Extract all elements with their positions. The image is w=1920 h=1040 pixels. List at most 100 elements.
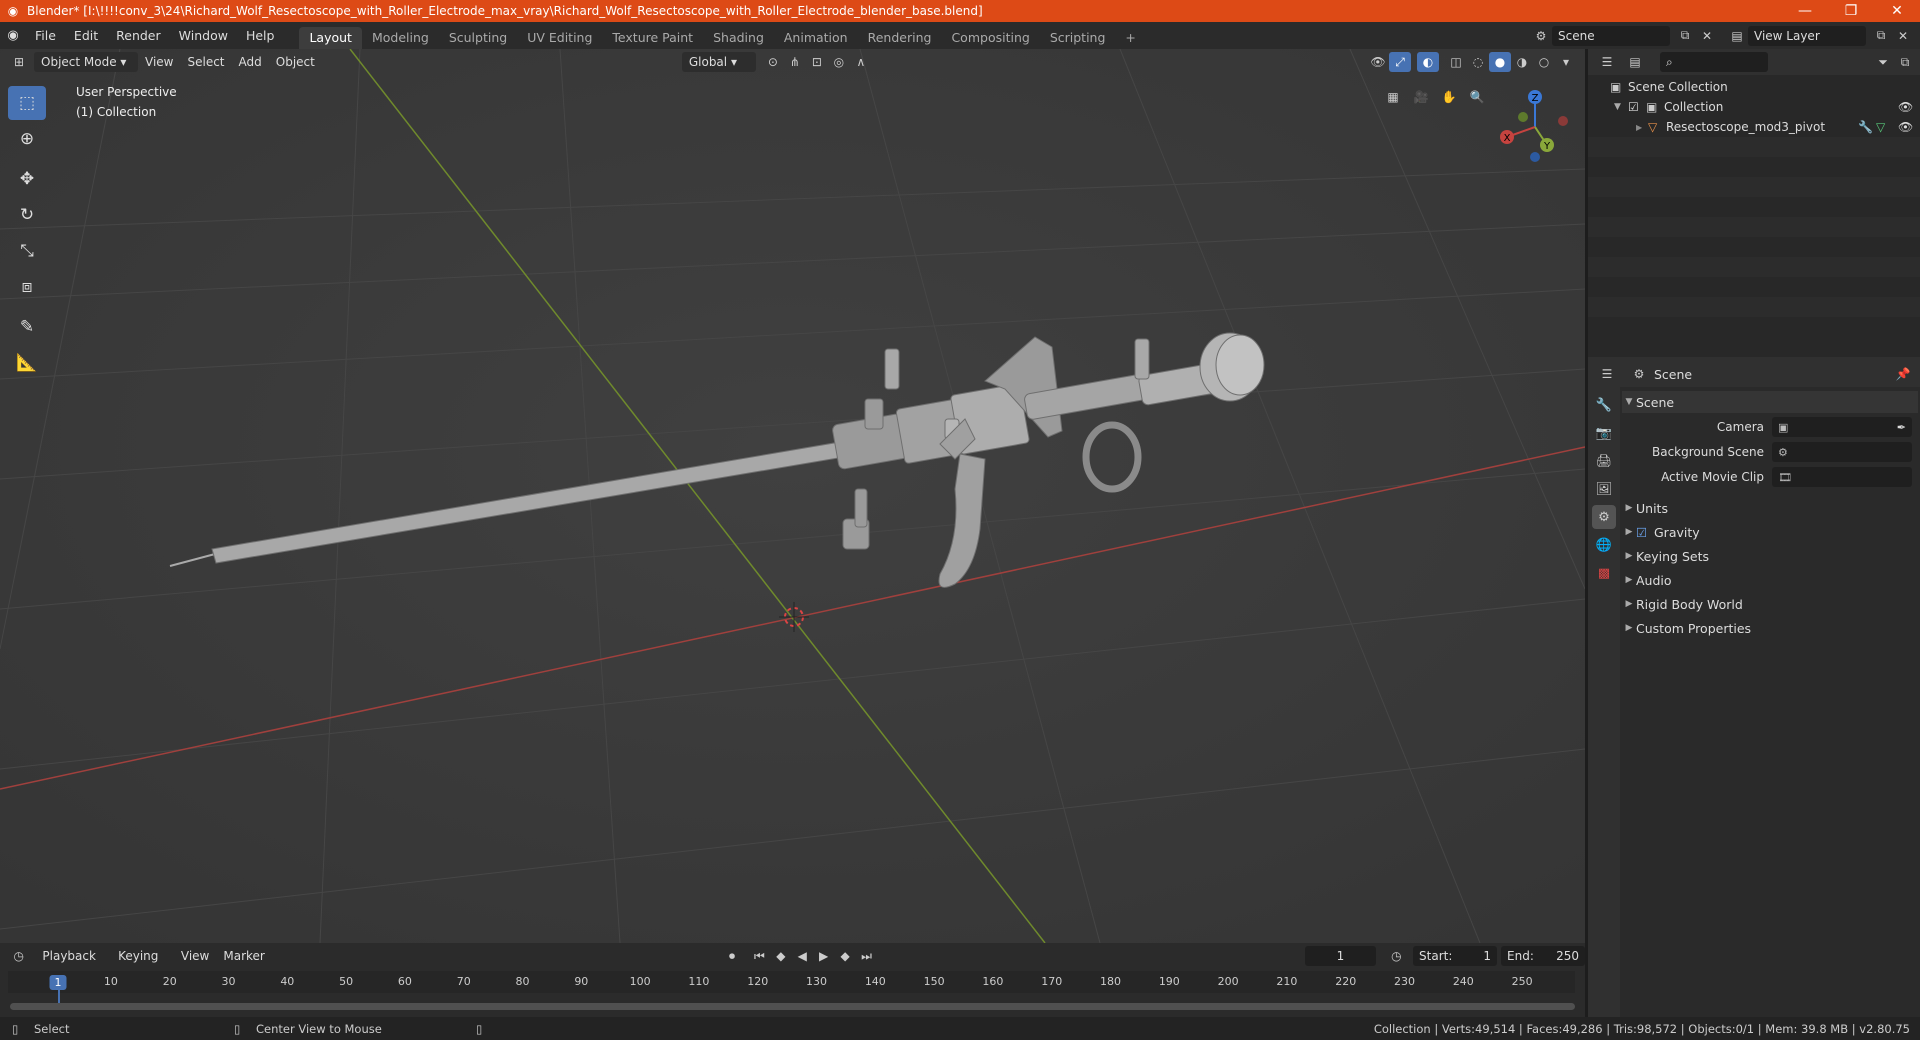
scale-tool-icon[interactable]: ⤡: [8, 234, 46, 268]
new-scene-icon[interactable]: ⧉: [1674, 26, 1696, 46]
eyedropper-icon[interactable]: ✒: [1897, 421, 1912, 434]
view-layer-selector[interactable]: View Layer: [1748, 25, 1866, 46]
gizmo-neg-x-icon[interactable]: [1558, 116, 1568, 126]
expand-chevron-icon[interactable]: ▼: [1614, 102, 1628, 112]
solid-shading-icon[interactable]: ●: [1489, 52, 1511, 72]
menu-add[interactable]: Add: [232, 52, 269, 72]
proportional-edit-icon[interactable]: ◎: [828, 52, 850, 72]
jump-end-icon[interactable]: ⏭: [856, 946, 877, 966]
delete-view-layer-icon[interactable]: ✕: [1892, 26, 1914, 46]
marker-menu[interactable]: Marker: [216, 946, 271, 966]
audio-panel-header[interactable]: ▶ Audio: [1622, 569, 1918, 591]
orientation-gizmo[interactable]: Z X Y: [1495, 87, 1575, 167]
view-layer-props-tab-icon[interactable]: 🖼: [1592, 477, 1616, 501]
world-props-tab-icon[interactable]: 🌐: [1592, 533, 1616, 557]
wireframe-shading-icon[interactable]: ◌: [1467, 52, 1489, 72]
rotate-tool-icon[interactable]: ↻: [8, 198, 46, 232]
menu-render[interactable]: Render: [107, 22, 170, 49]
zoom-view-icon[interactable]: 🔍: [1466, 87, 1488, 107]
properties-editor-icon[interactable]: ☰: [1596, 364, 1618, 384]
jump-start-icon[interactable]: ⏮: [749, 946, 770, 966]
play-reverse-icon[interactable]: ◀: [792, 946, 813, 966]
cursor-tool-icon[interactable]: ⊕: [8, 122, 46, 156]
delete-scene-icon[interactable]: ✕: [1696, 26, 1718, 46]
timeline-scrollbar[interactable]: [10, 1003, 1575, 1010]
current-frame-field[interactable]: 1: [1305, 946, 1376, 966]
rigid-body-world-panel-header[interactable]: ▶ Rigid Body World: [1622, 593, 1918, 615]
tab-modeling[interactable]: Modeling: [362, 27, 439, 49]
tab-texture-paint[interactable]: Texture Paint: [602, 27, 703, 49]
add-workspace-button[interactable]: +: [1115, 27, 1145, 49]
next-keyframe-icon[interactable]: ◆: [834, 946, 855, 966]
tab-scripting[interactable]: Scripting: [1040, 27, 1116, 49]
outliner-editor-icon[interactable]: ☰: [1596, 52, 1618, 72]
visibility-icon[interactable]: 👁: [1367, 52, 1389, 72]
expand-chevron-icon[interactable]: ▶: [1636, 123, 1648, 132]
tab-compositing[interactable]: Compositing: [941, 27, 1039, 49]
new-collection-icon[interactable]: ⧉: [1894, 52, 1916, 72]
record-icon[interactable]: ⏺: [721, 946, 742, 966]
camera-field[interactable]: ▣ ✒: [1772, 417, 1912, 437]
pan-view-icon[interactable]: ✋: [1438, 87, 1460, 107]
preview-range-icon[interactable]: ◷: [1386, 946, 1407, 966]
tab-layout[interactable]: Layout: [299, 26, 362, 49]
outliner-row-collection[interactable]: ▼ ☑ ▣ Collection 👁: [1588, 97, 1920, 117]
custom-properties-panel-header[interactable]: ▶ Custom Properties: [1622, 617, 1918, 639]
visibility-eye-icon[interactable]: 👁: [1898, 120, 1920, 134]
outliner-row-scene-collection[interactable]: ▣ Scene Collection: [1588, 77, 1920, 97]
3d-viewport[interactable]: ⊞ Object Mode ▾ View Select Add Object G…: [0, 49, 1585, 943]
prev-keyframe-icon[interactable]: ◆: [770, 946, 791, 966]
gravity-panel-header[interactable]: ▶ ☑ Gravity: [1622, 521, 1918, 543]
xray-icon[interactable]: ◫: [1445, 52, 1467, 72]
menu-object[interactable]: Object: [269, 52, 322, 72]
scene-panel-header[interactable]: ▼ Scene: [1622, 391, 1918, 413]
timeline-editor-icon[interactable]: ◷: [8, 946, 29, 966]
toggle-perspective-icon[interactable]: ▦: [1382, 87, 1404, 107]
scene-selector[interactable]: Scene: [1552, 25, 1670, 46]
checkbox-icon[interactable]: ☑: [1628, 100, 1646, 114]
orientation-selector[interactable]: Global ▾: [681, 52, 756, 72]
gizmo-neg-y-icon[interactable]: [1518, 112, 1528, 122]
maximize-button[interactable]: ❐: [1828, 3, 1874, 19]
tab-shading[interactable]: Shading: [703, 27, 774, 49]
gravity-checkbox[interactable]: ☑: [1636, 525, 1654, 540]
filter-icon[interactable]: ⏷: [1872, 52, 1894, 72]
visibility-eye-icon[interactable]: 👁: [1898, 100, 1920, 114]
outliner-search-input[interactable]: ⌕: [1660, 52, 1768, 72]
menu-edit[interactable]: Edit: [65, 22, 107, 49]
close-button[interactable]: ✕: [1874, 3, 1920, 19]
rendered-shading-icon[interactable]: ○: [1533, 52, 1555, 72]
measure-tool-icon[interactable]: 📐: [8, 346, 46, 380]
snap-icon[interactable]: ⋔: [784, 52, 806, 72]
timeline-view-menu[interactable]: View: [174, 946, 216, 966]
menu-help[interactable]: Help: [237, 22, 284, 49]
playback-menu[interactable]: Playback ▾: [35, 946, 111, 983]
play-icon[interactable]: ▶: [813, 946, 834, 966]
snap-target-icon[interactable]: ⊡: [806, 52, 828, 72]
move-tool-icon[interactable]: ✥: [8, 162, 46, 196]
active-movie-clip-field[interactable]: 🎞: [1772, 467, 1912, 487]
gizmo-neg-z-icon[interactable]: [1530, 152, 1540, 162]
menu-view[interactable]: View: [138, 52, 180, 72]
tab-animation[interactable]: Animation: [774, 27, 858, 49]
modifier-wrench-icon[interactable]: 🔧: [1858, 120, 1876, 134]
render-props-tab-icon[interactable]: 📷: [1592, 421, 1616, 445]
blender-menu-icon[interactable]: ◉: [0, 28, 26, 43]
scene-icon[interactable]: ⚙: [1530, 26, 1552, 46]
gizmo-toggle-icon[interactable]: ⤢: [1389, 52, 1411, 72]
output-props-tab-icon[interactable]: 🖨: [1592, 449, 1616, 473]
transform-tool-icon[interactable]: ⧈: [8, 270, 46, 304]
outliner-row-object[interactable]: ▶ ▽ Resectoscope_mod3_pivot 🔧 ▽ 👁: [1588, 117, 1920, 137]
menu-select[interactable]: Select: [180, 52, 231, 72]
editor-type-icon[interactable]: ⊞: [8, 52, 30, 72]
falloff-icon[interactable]: ∧: [850, 52, 872, 72]
camera-view-icon[interactable]: 🎥: [1410, 87, 1432, 107]
minimize-button[interactable]: —: [1782, 3, 1828, 19]
pivot-icon[interactable]: ⊙: [762, 52, 784, 72]
keying-menu[interactable]: Keying ▾: [111, 946, 174, 983]
tab-rendering[interactable]: Rendering: [858, 27, 942, 49]
view-layer-icon[interactable]: ▤: [1726, 26, 1748, 46]
overlays-icon[interactable]: ◐: [1417, 52, 1439, 72]
material-shading-icon[interactable]: ◑: [1511, 52, 1533, 72]
new-view-layer-icon[interactable]: ⧉: [1870, 26, 1892, 46]
